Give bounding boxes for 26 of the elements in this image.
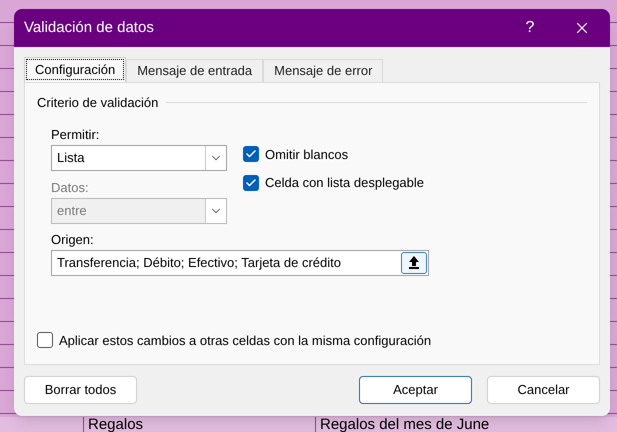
group-title: Criterio de validación [37,94,158,112]
dialog-button[interactable]: Aceptar [359,376,472,404]
dialog-button[interactable]: Borrar todos [24,376,137,404]
sheet-cell: Regalos [84,417,316,432]
checkbox-label: Omitir blancos [265,146,348,164]
tab[interactable]: Mensaje de entrada [126,59,264,82]
checkbox-label: Aplicar estos cambios a otras celdas con la misma configuración [59,332,432,350]
sheet-cell-text: Regalos del mes de June [319,417,490,432]
dropdown[interactable]: Lista [51,144,227,170]
field-label: Origen: [51,230,95,249]
collapse-button[interactable] [401,252,427,274]
chevron-down-icon [205,198,226,222]
checkbox-label: Celda con lista desplegable [265,174,424,192]
field-label: Datos: [51,178,90,196]
help-button[interactable]: ? [506,9,554,47]
checkbox[interactable] [243,174,259,191]
checkmark-icon [245,176,257,189]
window-title: Validación de datos [23,18,155,38]
upload-arrow-icon [409,256,419,269]
tab[interactable]: Configuración [24,57,126,82]
tab[interactable]: Mensaje de error [263,59,384,82]
field-label: Permitir: [51,126,100,144]
source-field[interactable]: Transferencia; Débito; Efectivo; Tarjeta de crédito [51,250,429,276]
dialog-button[interactable]: Cancelar [487,376,600,404]
checkbox[interactable] [37,332,53,348]
checkbox[interactable] [243,146,259,162]
